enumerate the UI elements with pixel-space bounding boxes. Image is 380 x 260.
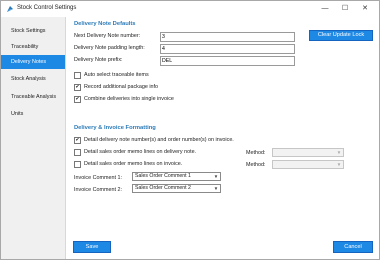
record-package-info-label: Record additional package info: [84, 84, 159, 90]
invoice-comment-2-select[interactable]: Sales Order Comment 2 ▼: [132, 184, 221, 193]
invoice-comment-1-value: Sales Order Comment 1: [135, 173, 191, 179]
settings-content: Delivery Note Defaults Next Delivery Not…: [66, 17, 379, 259]
padding-length-label: Delivery Note padding length:: [74, 45, 145, 51]
invoice-comment-1-select[interactable]: Sales Order Comment 1 ▼: [132, 172, 221, 181]
detail-numbers-checkbox[interactable]: ✔: [74, 137, 81, 144]
combine-deliveries-checkbox[interactable]: ✔: [74, 96, 81, 103]
minimize-button[interactable]: —: [315, 1, 335, 17]
memo-invoice-checkbox[interactable]: [74, 161, 81, 168]
chevron-down-icon: ▼: [213, 186, 219, 191]
prefix-field[interactable]: [160, 56, 295, 66]
memo-delivery-checkbox[interactable]: [74, 149, 81, 156]
formatting-section-title: Delivery & Invoice Formatting: [74, 125, 156, 131]
chevron-down-icon: ▼: [336, 150, 342, 155]
sidebar-item-traceable-analysis[interactable]: Traceable Analysis: [1, 90, 65, 104]
maximize-button[interactable]: ☐: [335, 1, 355, 17]
stock-control-app-icon: [7, 6, 13, 12]
clear-update-lock-button[interactable]: Clear Update Lock: [309, 30, 373, 41]
invoice-comment-1-label: Invoice Comment 1:: [74, 175, 122, 181]
sidebar-item-stock-analysis[interactable]: Stock Analysis: [1, 72, 65, 86]
settings-window: Stock Control Settings — ☐ ✕ Stock Setti…: [0, 0, 380, 260]
sidebar-item-traceability[interactable]: Traceability: [1, 40, 65, 54]
sidebar-item-units[interactable]: Units: [1, 107, 65, 121]
next-number-label: Next Delivery Note number:: [74, 33, 141, 39]
sidebar-item-stock-settings[interactable]: Stock Settings: [1, 24, 65, 38]
method-select-delivery[interactable]: ▼: [272, 148, 344, 157]
sidebar-item-delivery-notes[interactable]: Delivery Notes: [1, 55, 65, 69]
memo-delivery-label: Detail sales order memo lines on deliver…: [84, 149, 197, 155]
detail-numbers-label: Detail delivery note number(s) and order…: [84, 137, 234, 143]
invoice-comment-2-label: Invoice Comment 2:: [74, 187, 122, 193]
window-title: Stock Control Settings: [17, 5, 77, 11]
padding-length-field[interactable]: [160, 44, 295, 54]
chevron-down-icon: ▼: [336, 162, 342, 167]
method-select-invoice[interactable]: ▼: [272, 160, 344, 169]
auto-select-traceable-checkbox[interactable]: [74, 72, 81, 79]
method-label-delivery: Method:: [246, 150, 266, 156]
chevron-down-icon: ▼: [213, 174, 219, 179]
combine-deliveries-label: Combine deliveries into single invoice: [84, 96, 174, 102]
next-number-field[interactable]: [160, 32, 295, 42]
invoice-comment-2-value: Sales Order Comment 2: [135, 185, 191, 191]
prefix-label: Delivery Note prefix:: [74, 57, 123, 63]
auto-select-traceable-label: Auto select traceable items: [84, 72, 149, 78]
method-label-invoice: Method:: [246, 162, 266, 168]
cancel-button[interactable]: Cancel: [333, 241, 373, 253]
defaults-section-title: Delivery Note Defaults: [74, 21, 136, 27]
settings-sidebar: Stock Settings Traceability Delivery Not…: [1, 17, 66, 259]
save-button[interactable]: Save: [73, 241, 111, 253]
title-bar: Stock Control Settings — ☐ ✕: [1, 1, 379, 17]
close-button[interactable]: ✕: [355, 1, 375, 17]
record-package-info-checkbox[interactable]: ✔: [74, 84, 81, 91]
memo-invoice-label: Detail sales order memo lines on invoice…: [84, 161, 183, 167]
